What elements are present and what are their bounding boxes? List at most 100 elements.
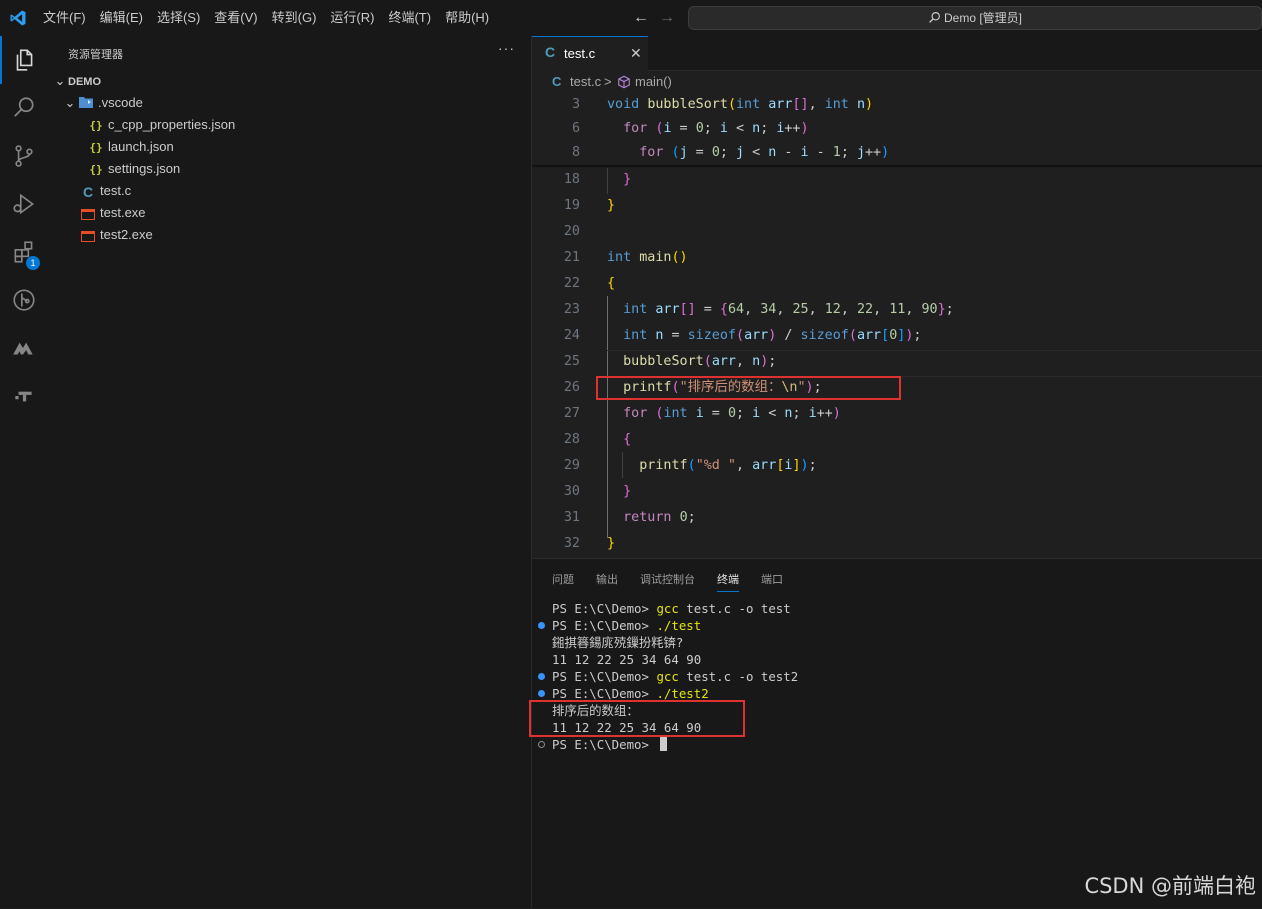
code-line: 29 printf("%d ", arr[i]); <box>563 458 817 473</box>
method-cube-icon <box>618 75 630 89</box>
chevron-down-icon: ⌄ <box>54 73 66 88</box>
run-debug-icon <box>13 193 35 215</box>
c-file-icon: C <box>552 74 562 89</box>
search-icon <box>929 12 940 23</box>
annotation-highlight-box <box>596 376 901 400</box>
more-actions-icon[interactable]: ··· <box>498 40 515 56</box>
code-line: 18 } <box>563 172 632 187</box>
source-control-button[interactable] <box>0 132 48 180</box>
remote-m-icon <box>13 342 33 355</box>
file-launch-json[interactable]: {} launch.json <box>48 136 531 158</box>
command-pending-dot[interactable] <box>538 741 545 748</box>
file-label: c_cpp_properties.json <box>108 117 236 132</box>
file-c-cpp-properties[interactable]: {} c_cpp_properties.json <box>48 114 531 136</box>
command-success-dot[interactable] <box>538 673 545 680</box>
search-button[interactable] <box>0 84 48 132</box>
command-success-dot[interactable] <box>538 622 545 629</box>
code-line: 28 { <box>563 432 632 447</box>
tool-button[interactable] <box>0 372 48 420</box>
close-icon[interactable]: ✕ <box>630 45 642 62</box>
file-label: test.c <box>100 183 132 198</box>
exe-file-icon <box>80 203 96 225</box>
git-graph-icon <box>13 289 35 311</box>
sidebar-title: 资源管理器 <box>68 49 123 61</box>
code-line: 8 for (j = 0; j < n - i - 1; j++) <box>532 141 1262 165</box>
active-indicator <box>0 36 2 84</box>
code-line: 21 int main() <box>563 250 688 265</box>
code-line: 31 return 0; <box>563 510 696 525</box>
code-line: 20 <box>563 224 580 239</box>
code-editor[interactable]: 3 void bubbleSort(int arr[], int n) 6 for… <box>532 93 1262 558</box>
breadcrumb-file[interactable]: test.c <box>570 71 601 93</box>
command-success-dot[interactable] <box>538 690 545 697</box>
terminal-line: 11 12 22 25 34 64 90 <box>552 652 702 667</box>
json-file-icon: {} <box>89 140 103 154</box>
run-debug-button[interactable] <box>0 180 48 228</box>
code-line: 19} <box>563 198 616 213</box>
title-bar: 文件(F) 编辑(E) 选择(S) 查看(V) 转到(G) 运行(R) 终端(T… <box>0 0 1262 36</box>
annotation-highlight-box <box>529 700 745 737</box>
terminal-line: PS E:\C\Demo> gcc test.c -o test2 <box>552 669 799 684</box>
forward-arrow-icon[interactable]: → <box>658 9 676 27</box>
file-label: launch.json <box>108 139 174 154</box>
breadcrumb-symbol[interactable]: main() <box>635 71 672 93</box>
terminal-cursor <box>660 737 668 751</box>
chevron-down-icon: ⌄ <box>64 95 76 110</box>
menu-view[interactable]: 查看(V) <box>207 0 264 36</box>
vscode-folder-icon <box>78 93 94 115</box>
tool-icon <box>15 391 32 402</box>
code-line: 30 } <box>563 484 632 499</box>
menu-go[interactable]: 转到(G) <box>265 0 324 36</box>
terminal[interactable]: PS E:\C\Demo> gcc test.c -o test PS E:\C… <box>529 559 1262 909</box>
terminal-line: 鎺掑簭鍚庣殑鏁扮粍锛? <box>552 635 684 650</box>
json-file-icon: {} <box>89 118 103 132</box>
menu-help[interactable]: 帮助(H) <box>438 0 496 36</box>
explorer-sidebar: 资源管理器 ··· ⌄ DEMO ⌄ .vscode {} c_cpp_propert… <box>48 36 532 908</box>
folder-vscode[interactable]: ⌄ .vscode <box>48 92 531 114</box>
code-line: 32} <box>563 536 616 551</box>
file-label: settings.json <box>108 161 181 176</box>
code-line: 22{ <box>563 276 616 291</box>
terminal-line: PS E:\C\Demo> gcc test.c -o test <box>552 601 791 616</box>
workspace-root-label: DEMO <box>68 76 101 88</box>
explorer-button[interactable] <box>0 36 48 84</box>
search-icon <box>14 97 34 117</box>
remote-explorer-button[interactable] <box>0 324 48 372</box>
code-line: 3 void bubbleSort(int arr[], int n) <box>532 93 1262 117</box>
file-test-c[interactable]: Ctest.c <box>48 180 531 202</box>
code-line: 24 int n = sizeof(arr) / sizeof(arr[0]); <box>563 328 922 343</box>
code-line: 6 for (i = 0; i < n; i++) <box>532 117 1262 141</box>
menu-edit[interactable]: 编辑(E) <box>93 0 150 36</box>
watermark: CSDN @前端白袍 <box>1084 874 1256 898</box>
files-icon <box>16 49 33 71</box>
command-center-label: Demo [管理员] <box>943 11 1022 25</box>
menu-selection[interactable]: 选择(S) <box>150 0 207 36</box>
menu-run[interactable]: 运行(R) <box>323 0 381 36</box>
exe-file-icon <box>80 225 96 247</box>
menu-file[interactable]: 文件(F) <box>36 0 93 36</box>
c-file-icon: C <box>82 183 94 200</box>
file-test-exe[interactable]: test.exe <box>48 202 531 224</box>
c-file-icon: C <box>545 44 556 60</box>
extensions-button[interactable]: 1 <box>0 228 48 276</box>
git-graph-button[interactable] <box>0 276 48 324</box>
workspace-root[interactable]: ⌄ DEMO <box>48 70 531 92</box>
code-line: 23 int arr[] = {64, 34, 25, 12, 22, 11, … <box>563 302 954 317</box>
breadcrumb-separator: > <box>604 74 612 89</box>
file-label: test2.exe <box>100 227 153 242</box>
command-center-search[interactable]: Demo [管理员] <box>688 6 1262 30</box>
tab-test-c[interactable]: C test.c ✕ <box>532 36 648 71</box>
file-test2-exe[interactable]: test2.exe <box>48 224 531 246</box>
file-settings-json[interactable]: {} settings.json <box>48 158 531 180</box>
back-arrow-icon[interactable]: ← <box>632 9 650 27</box>
vscode-logo-icon <box>10 10 26 26</box>
code-line: 27 for (int i = 0; i < n; i++) <box>563 406 841 421</box>
file-label: test.exe <box>100 205 146 220</box>
activity-bar: 1 <box>0 36 48 908</box>
code-line: 25 bubbleSort(arr, n); <box>563 354 777 369</box>
terminal-line: PS E:\C\Demo> <box>552 736 668 753</box>
editor-tabs: C test.c ✕ <box>532 36 1262 71</box>
tab-label: test.c <box>564 46 596 61</box>
menu-bar: 文件(F) 编辑(E) 选择(S) 查看(V) 转到(G) 运行(R) 终端(T… <box>36 0 496 36</box>
menu-terminal[interactable]: 终端(T) <box>381 0 438 36</box>
